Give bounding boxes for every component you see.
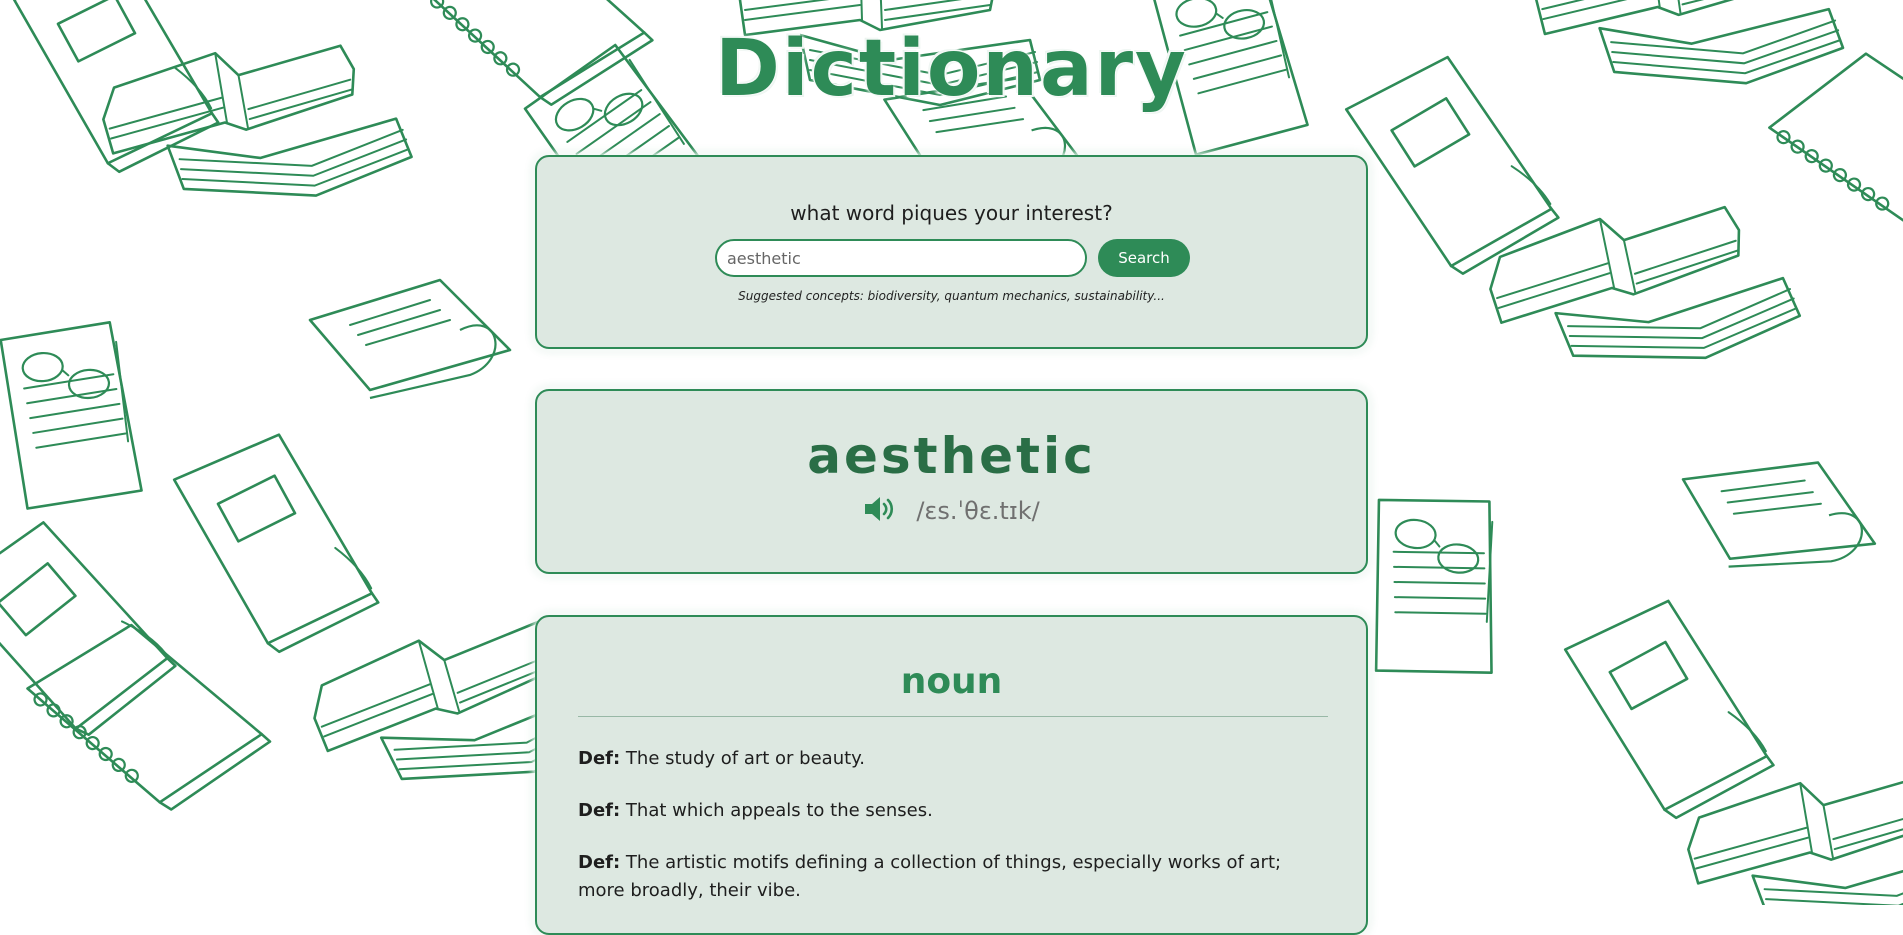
word-card: aesthetic /ɛs.ˈθɛ.tɪk/ xyxy=(535,389,1368,574)
suggested-concepts: Suggested concepts: biodiversity, quantu… xyxy=(738,289,1165,303)
definition-text: The artistic motifs defining a collectio… xyxy=(578,852,1282,901)
def-label: Def: xyxy=(578,800,621,821)
definition-item: Def: That which appeals to the senses. xyxy=(578,797,1328,825)
word-heading: aesthetic xyxy=(807,427,1096,485)
def-label: Def: xyxy=(578,748,621,769)
definition-text: That which appeals to the senses. xyxy=(625,800,933,821)
divider xyxy=(578,716,1328,717)
page-title: Dictionary xyxy=(715,24,1188,114)
definition-item: Def: The artistic motifs defining a coll… xyxy=(578,849,1328,905)
search-button[interactable]: Search xyxy=(1098,239,1190,277)
phonetic-text: /ɛs.ˈθɛ.tɪk/ xyxy=(916,497,1040,525)
definition-item: Def: The study of art or beauty. xyxy=(578,745,1328,773)
search-card: what word piques your interest? Search S… xyxy=(535,155,1368,349)
pronunciation-row: /ɛs.ˈθɛ.tɪk/ xyxy=(537,495,1366,527)
search-input[interactable] xyxy=(715,239,1087,277)
definition-card: noun Def: The study of art or beauty. De… xyxy=(535,615,1368,935)
speaker-icon[interactable] xyxy=(863,495,897,527)
definition-list: Def: The study of art or beauty. Def: Th… xyxy=(578,745,1328,929)
search-prompt: what word piques your interest? xyxy=(790,201,1113,225)
def-label: Def: xyxy=(578,852,621,873)
part-of-speech: noun xyxy=(900,661,1003,702)
definition-text: The study of art or beauty. xyxy=(625,748,865,769)
